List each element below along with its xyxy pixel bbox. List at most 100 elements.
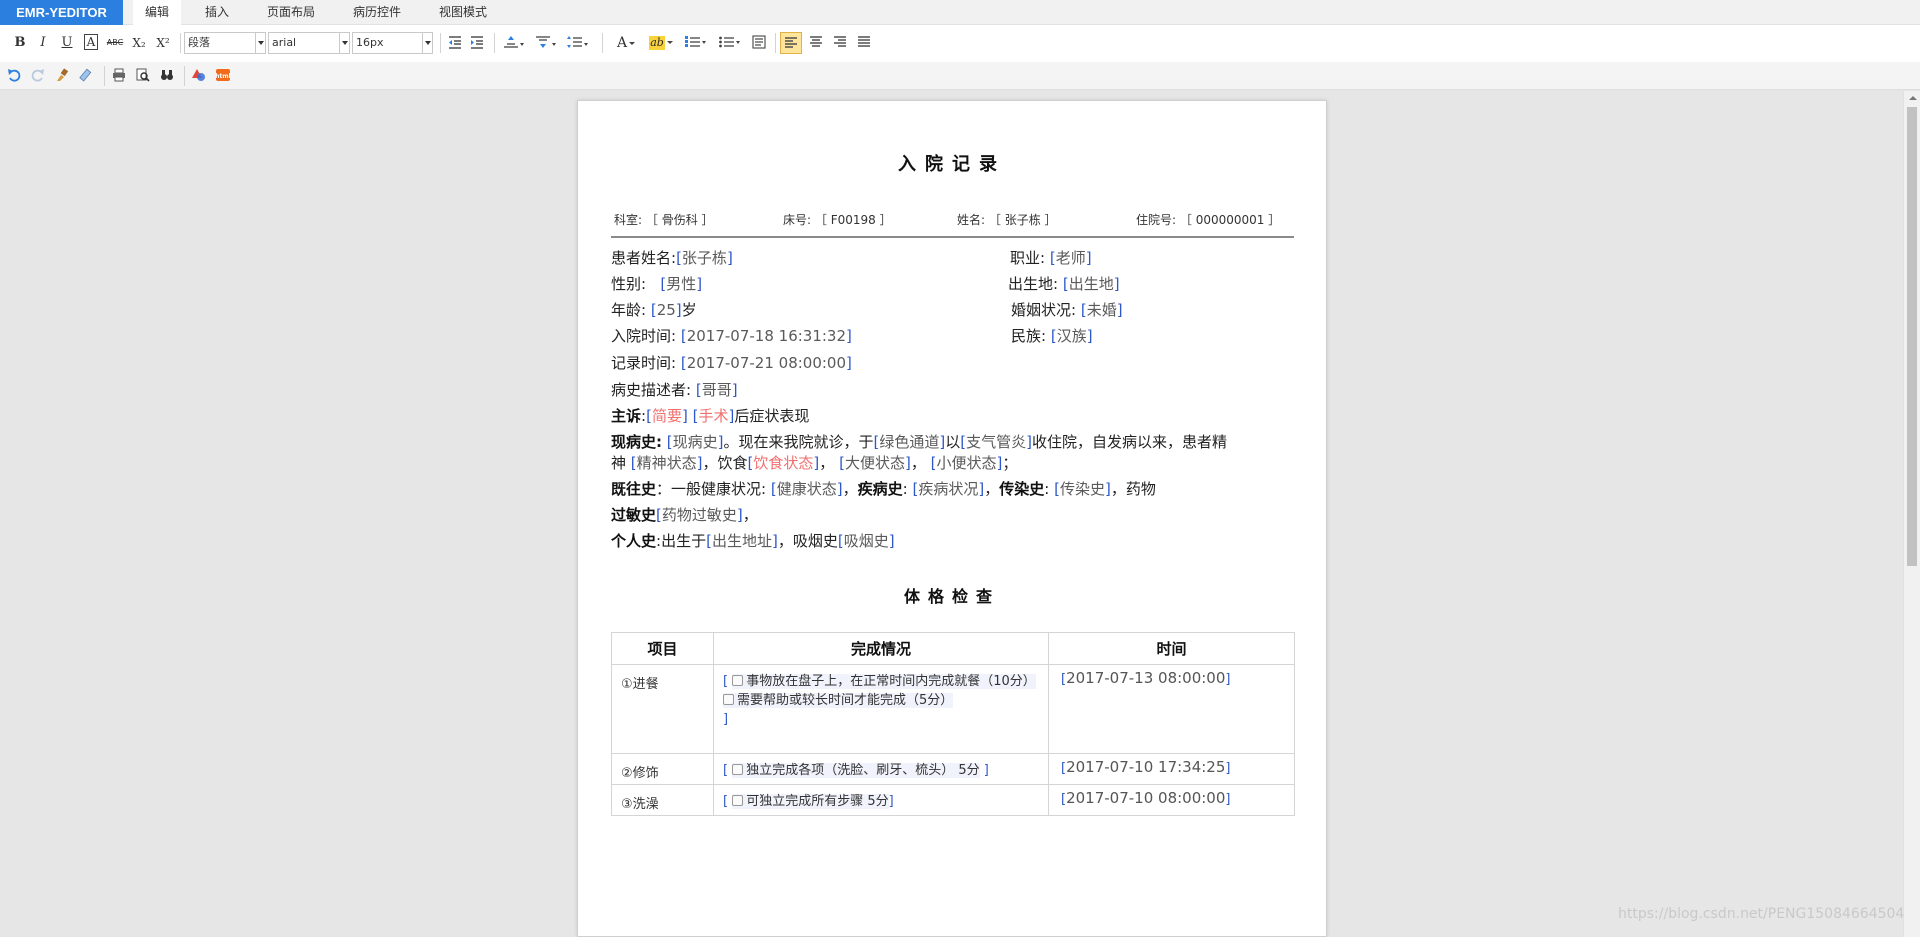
indent-increase-button[interactable]: [467, 32, 487, 54]
admit-time-field[interactable]: [2017-07-18 16:31:32]: [681, 327, 852, 345]
grooming-options-field[interactable]: [ 独立完成各项（洗脸、刷牙、梳头） 5分 ]: [713, 753, 1049, 785]
disease-history-field[interactable]: [疾病状况]: [912, 480, 984, 498]
html-source-button[interactable]: html: [213, 65, 233, 87]
vertical-scrollbar[interactable]: [1903, 91, 1920, 937]
dept-field[interactable]: ［ 骨伤科 ］: [646, 213, 714, 227]
gender-field[interactable]: [男性]: [660, 275, 702, 293]
past-text-4: ，: [984, 480, 1000, 498]
underline-button[interactable]: U: [56, 32, 78, 54]
ordered-list-button[interactable]: [680, 32, 710, 54]
checkbox[interactable]: [723, 694, 734, 705]
shapes-button[interactable]: [189, 65, 209, 87]
font-color-button[interactable]: A: [612, 32, 640, 54]
para-spacing-button[interactable]: [500, 32, 528, 54]
app-brand: EMR-YEDITOR: [0, 0, 123, 25]
tab-edit[interactable]: 编辑: [133, 0, 181, 25]
past-history-label: 既往史: [611, 480, 657, 498]
record-time-field[interactable]: [2017-07-21 08:00:00]: [681, 354, 852, 372]
tab-record-controls[interactable]: 病历控件: [341, 0, 413, 25]
superscript-button[interactable]: X²: [152, 32, 174, 54]
meal-option-2[interactable]: 需要帮助或较长时间才能完成（5分）: [723, 693, 954, 708]
meal-option-1[interactable]: 事物放在盘子上，在正常时间内完成就餐（10分）: [732, 674, 1036, 689]
health-state-field[interactable]: [健康状态]: [771, 480, 843, 498]
meal-time-field[interactable]: [2017-07-13 08:00:00]: [1048, 664, 1295, 754]
hospital-no-field[interactable]: ［ 000000001 ］: [1180, 213, 1280, 227]
tab-page-layout[interactable]: 页面布局: [255, 0, 327, 25]
font-select[interactable]: arial: [268, 32, 350, 54]
align-center-button[interactable]: [805, 32, 827, 54]
diagnosis-field[interactable]: [支气管炎]: [960, 433, 1032, 451]
highlight-button[interactable]: ab: [646, 32, 676, 54]
green-channel-field[interactable]: [绿色通道]: [874, 433, 946, 451]
smoking-history-field[interactable]: [吸烟史]: [838, 532, 895, 550]
bathing-time-field[interactable]: [2017-07-10 08:00:00]: [1048, 784, 1295, 816]
allergy-field[interactable]: [药物过敏史]: [656, 506, 743, 524]
scroll-up-icon[interactable]: [1909, 96, 1917, 100]
eraser-button[interactable]: [76, 65, 96, 87]
grooming-time-field[interactable]: [2017-07-10 17:34:25]: [1048, 753, 1295, 785]
age-field[interactable]: [25]: [651, 301, 682, 319]
checkbox[interactable]: [732, 795, 744, 806]
marital-field[interactable]: [未婚]: [1081, 301, 1123, 319]
complaint-surgery-field[interactable]: [手术]: [693, 407, 735, 425]
para-before-button[interactable]: [532, 32, 560, 54]
indent-decrease-button[interactable]: [445, 32, 465, 54]
patient-name-field[interactable]: [张子栋]: [676, 249, 733, 267]
infection-history-field[interactable]: [传染史]: [1054, 480, 1111, 498]
bed-label: 床号:: [783, 213, 812, 227]
nation-field[interactable]: [汉族]: [1051, 327, 1093, 345]
present-illness-field[interactable]: [现病史]: [667, 433, 724, 451]
binoculars-icon: [161, 70, 173, 80]
unordered-list-button[interactable]: [714, 32, 744, 54]
narrator-field[interactable]: [哥哥]: [696, 381, 738, 399]
align-justify-button[interactable]: [853, 32, 875, 54]
diet-state-field[interactable]: [饮食状态]: [748, 454, 820, 472]
clear-format-button[interactable]: [748, 32, 770, 54]
char-border-button[interactable]: A: [80, 32, 102, 54]
print-button[interactable]: [109, 65, 129, 87]
bold-button[interactable]: B: [9, 32, 31, 54]
meal-options-field[interactable]: [ 事物放在盘子上，在正常时间内完成就餐（10分） 需要帮助或较长时间才能完成（…: [713, 664, 1049, 754]
svg-text:html: html: [216, 73, 230, 80]
tab-view-mode[interactable]: 视图模式: [427, 0, 499, 25]
bathing-option-1[interactable]: 可独立完成所有步骤 5分: [732, 794, 889, 809]
format-painter-button[interactable]: [52, 65, 72, 87]
scrollbar-thumb[interactable]: [1907, 107, 1917, 566]
strikethrough-button[interactable]: ABC: [104, 32, 126, 54]
checkbox[interactable]: [732, 675, 744, 686]
admit-time-row: 入院时间: [2017-07-18 16:31:32]: [611, 326, 852, 346]
complaint-row: 主诉:[简要] [手术]后症状表现: [611, 407, 810, 425]
print-preview-button[interactable]: [133, 65, 153, 87]
exam-table-header: 项目 完成情况 时间: [611, 632, 1295, 665]
paragraph-select[interactable]: 段落: [184, 32, 266, 54]
col-header-time: 时间: [1048, 632, 1295, 665]
spacing-before-icon: [536, 36, 556, 48]
line-height-button[interactable]: [564, 32, 592, 54]
urine-state-field[interactable]: [小便状态]: [931, 454, 1003, 472]
complaint-brief-field[interactable]: [简要]: [646, 407, 688, 425]
undo-button[interactable]: [4, 65, 24, 87]
complaint-suffix: 后症状表现: [734, 407, 810, 425]
birthplace-field[interactable]: [出生地]: [1063, 275, 1120, 293]
bed-field[interactable]: ［ F00198 ］: [815, 213, 892, 227]
align-left-button[interactable]: [780, 32, 802, 54]
birth-address-field[interactable]: [出生地址]: [706, 532, 778, 550]
grooming-option-1[interactable]: 独立完成各项（洗脸、刷牙、梳头） 5分: [732, 763, 980, 778]
job-row: 职业: [老师]: [1010, 248, 1092, 268]
checkbox[interactable]: [732, 764, 744, 775]
subscript-button[interactable]: X₂: [128, 32, 150, 54]
name-field[interactable]: ［ 张子栋 ］: [989, 213, 1057, 227]
document-page[interactable]: 入院记录 科室: ［ 骨伤科 ］ 床号: ［ F00198 ］ 姓名: ［ 张子…: [577, 100, 1327, 937]
tab-insert[interactable]: 插入: [193, 0, 241, 25]
bathing-options-field[interactable]: [ 可独立完成所有步骤 5分]: [713, 784, 1049, 816]
stool-state-field[interactable]: [大便状态]: [839, 454, 911, 472]
present-text-6: ，: [819, 454, 835, 472]
font-size-select[interactable]: 16px: [352, 32, 433, 54]
italic-button[interactable]: I: [32, 32, 54, 54]
mental-state-field[interactable]: [精神状态]: [631, 454, 703, 472]
redo-button[interactable]: [28, 65, 48, 87]
align-right-button[interactable]: [829, 32, 851, 54]
find-button[interactable]: [157, 65, 177, 87]
job-field[interactable]: [老师]: [1050, 249, 1092, 267]
infection-history-value: 传染史: [1059, 480, 1105, 498]
